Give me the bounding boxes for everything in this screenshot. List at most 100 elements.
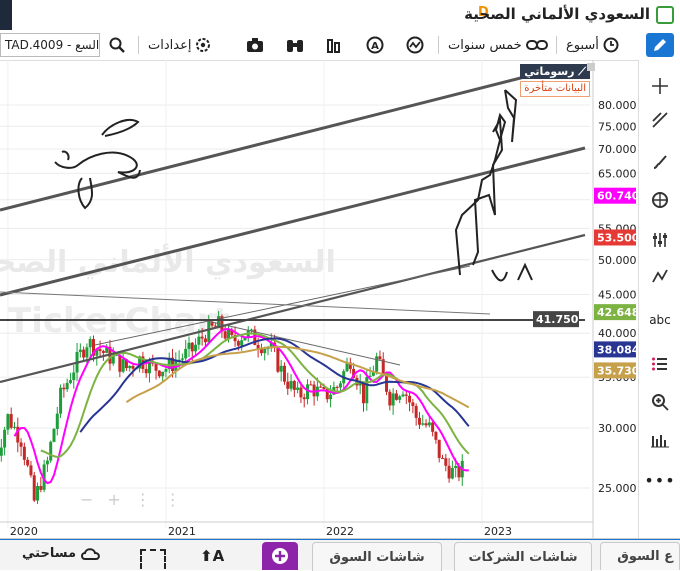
candle-body[interactable]	[197, 336, 201, 345]
tab-market-screens[interactable]: شاشات السوق	[312, 542, 442, 571]
candle-body[interactable]	[276, 347, 280, 372]
freehand-top[interactable]	[504, 89, 518, 143]
candle-body[interactable]	[0, 447, 3, 456]
text-tool[interactable]: abc	[647, 308, 673, 332]
candle-body[interactable]	[404, 394, 408, 396]
candle-body[interactable]	[36, 485, 40, 501]
binoculars-button[interactable]	[286, 30, 304, 60]
brush-tool[interactable]	[647, 150, 673, 174]
candle-body[interactable]	[9, 414, 13, 428]
candle-body[interactable]	[391, 393, 395, 406]
candle-body[interactable]	[240, 340, 244, 346]
volume-tool[interactable]	[647, 428, 673, 452]
candle-body[interactable]	[411, 402, 415, 406]
trend-tool[interactable]	[647, 108, 673, 132]
zoom-tool[interactable]	[647, 390, 673, 414]
candle-body[interactable]	[101, 350, 105, 353]
candle-body[interactable]	[22, 446, 26, 460]
candle-body[interactable]	[29, 465, 33, 476]
candle-body[interactable]	[49, 441, 53, 461]
candle-body[interactable]	[286, 381, 290, 389]
candle-body[interactable]	[401, 394, 405, 397]
trend-channel-top-line[interactable]	[0, 66, 561, 212]
candle-body[interactable]	[299, 387, 303, 398]
candle-body[interactable]	[3, 429, 7, 448]
candle-body[interactable]	[161, 371, 165, 377]
candle-body[interactable]	[217, 316, 221, 327]
tab-market-overview[interactable]: ع السوق	[600, 542, 680, 570]
wave-tool[interactable]	[647, 264, 673, 288]
candle-body[interactable]	[375, 356, 379, 372]
symbol-input[interactable]: TAD.4009 - السع	[0, 33, 100, 57]
candle-body[interactable]	[447, 465, 451, 479]
candle-body[interactable]	[203, 338, 207, 343]
candle-body[interactable]	[62, 387, 66, 390]
pattern-tool[interactable]	[647, 188, 673, 212]
candle-body[interactable]	[424, 423, 428, 426]
window-close-button[interactable]	[656, 6, 674, 24]
candle-body[interactable]	[180, 358, 184, 360]
candle-body[interactable]	[59, 387, 63, 414]
period-selector[interactable]: خمس سنوات	[448, 30, 548, 60]
crosshair-tool[interactable]	[647, 74, 673, 98]
candle-body[interactable]	[437, 439, 441, 458]
candle-body[interactable]	[289, 381, 293, 389]
candle-body[interactable]	[6, 414, 10, 430]
candle-body[interactable]	[394, 393, 398, 400]
candle-body[interactable]	[65, 382, 69, 390]
list-tool[interactable]	[647, 352, 673, 376]
candle-body[interactable]	[417, 417, 421, 425]
indicators-button[interactable]	[406, 30, 424, 60]
candle-body[interactable]	[144, 368, 148, 374]
candle-body[interactable]	[378, 356, 382, 360]
candle-body[interactable]	[121, 359, 125, 372]
candle-body[interactable]	[279, 365, 283, 372]
candle-body[interactable]	[78, 349, 82, 353]
candle-body[interactable]	[358, 383, 362, 386]
candle-body[interactable]	[223, 331, 227, 339]
candle-body[interactable]	[427, 422, 431, 426]
candle-body[interactable]	[207, 321, 211, 343]
more-tools-button[interactable]: •••	[644, 468, 674, 492]
candle-body[interactable]	[388, 391, 392, 406]
candle-body[interactable]	[309, 384, 313, 386]
candle-body[interactable]	[398, 396, 402, 400]
trend-line-down[interactable]	[202, 319, 401, 366]
drawing-mode-button[interactable]	[646, 33, 674, 57]
chart-canvas[interactable]: السعودي الألماني الصحية TickerChart 80.0…	[0, 60, 640, 538]
price-chart[interactable]: السعودي الألماني الصحية TickerChart 80.0…	[0, 60, 640, 538]
candle-body[interactable]	[82, 349, 86, 358]
candle-body[interactable]	[55, 413, 59, 429]
candle-body[interactable]	[226, 329, 230, 339]
candle-body[interactable]	[32, 475, 36, 501]
candle-body[interactable]	[450, 467, 454, 479]
fib-tool[interactable]	[647, 228, 673, 252]
candle-body[interactable]	[312, 384, 316, 397]
candle-body[interactable]	[296, 387, 300, 390]
candle-body[interactable]	[26, 459, 30, 466]
candle-body[interactable]	[302, 397, 306, 400]
font-size-button[interactable]: ⬆A	[200, 547, 224, 565]
candle-body[interactable]	[194, 344, 198, 352]
candle-body[interactable]	[154, 363, 158, 371]
candle-body[interactable]	[335, 386, 339, 388]
candle-body[interactable]	[282, 365, 286, 382]
candle-body[interactable]	[187, 342, 191, 349]
candle-body[interactable]	[39, 485, 43, 490]
candle-body[interactable]	[157, 370, 161, 377]
candle-body[interactable]	[19, 442, 23, 447]
candle-body[interactable]	[190, 342, 194, 352]
candle-body[interactable]	[131, 365, 135, 369]
candle-body[interactable]	[52, 428, 56, 442]
search-button[interactable]	[104, 30, 130, 60]
candle-body[interactable]	[444, 458, 448, 466]
candle-body[interactable]	[200, 336, 204, 339]
candle-body[interactable]	[236, 341, 240, 346]
freehand-note[interactable]	[491, 262, 533, 282]
candle-body[interactable]	[361, 383, 365, 404]
candle-body[interactable]	[128, 365, 132, 369]
candle-body[interactable]	[319, 386, 323, 388]
chart-type-button[interactable]	[326, 30, 344, 60]
candle-body[interactable]	[329, 394, 333, 400]
candle-body[interactable]	[365, 377, 369, 404]
